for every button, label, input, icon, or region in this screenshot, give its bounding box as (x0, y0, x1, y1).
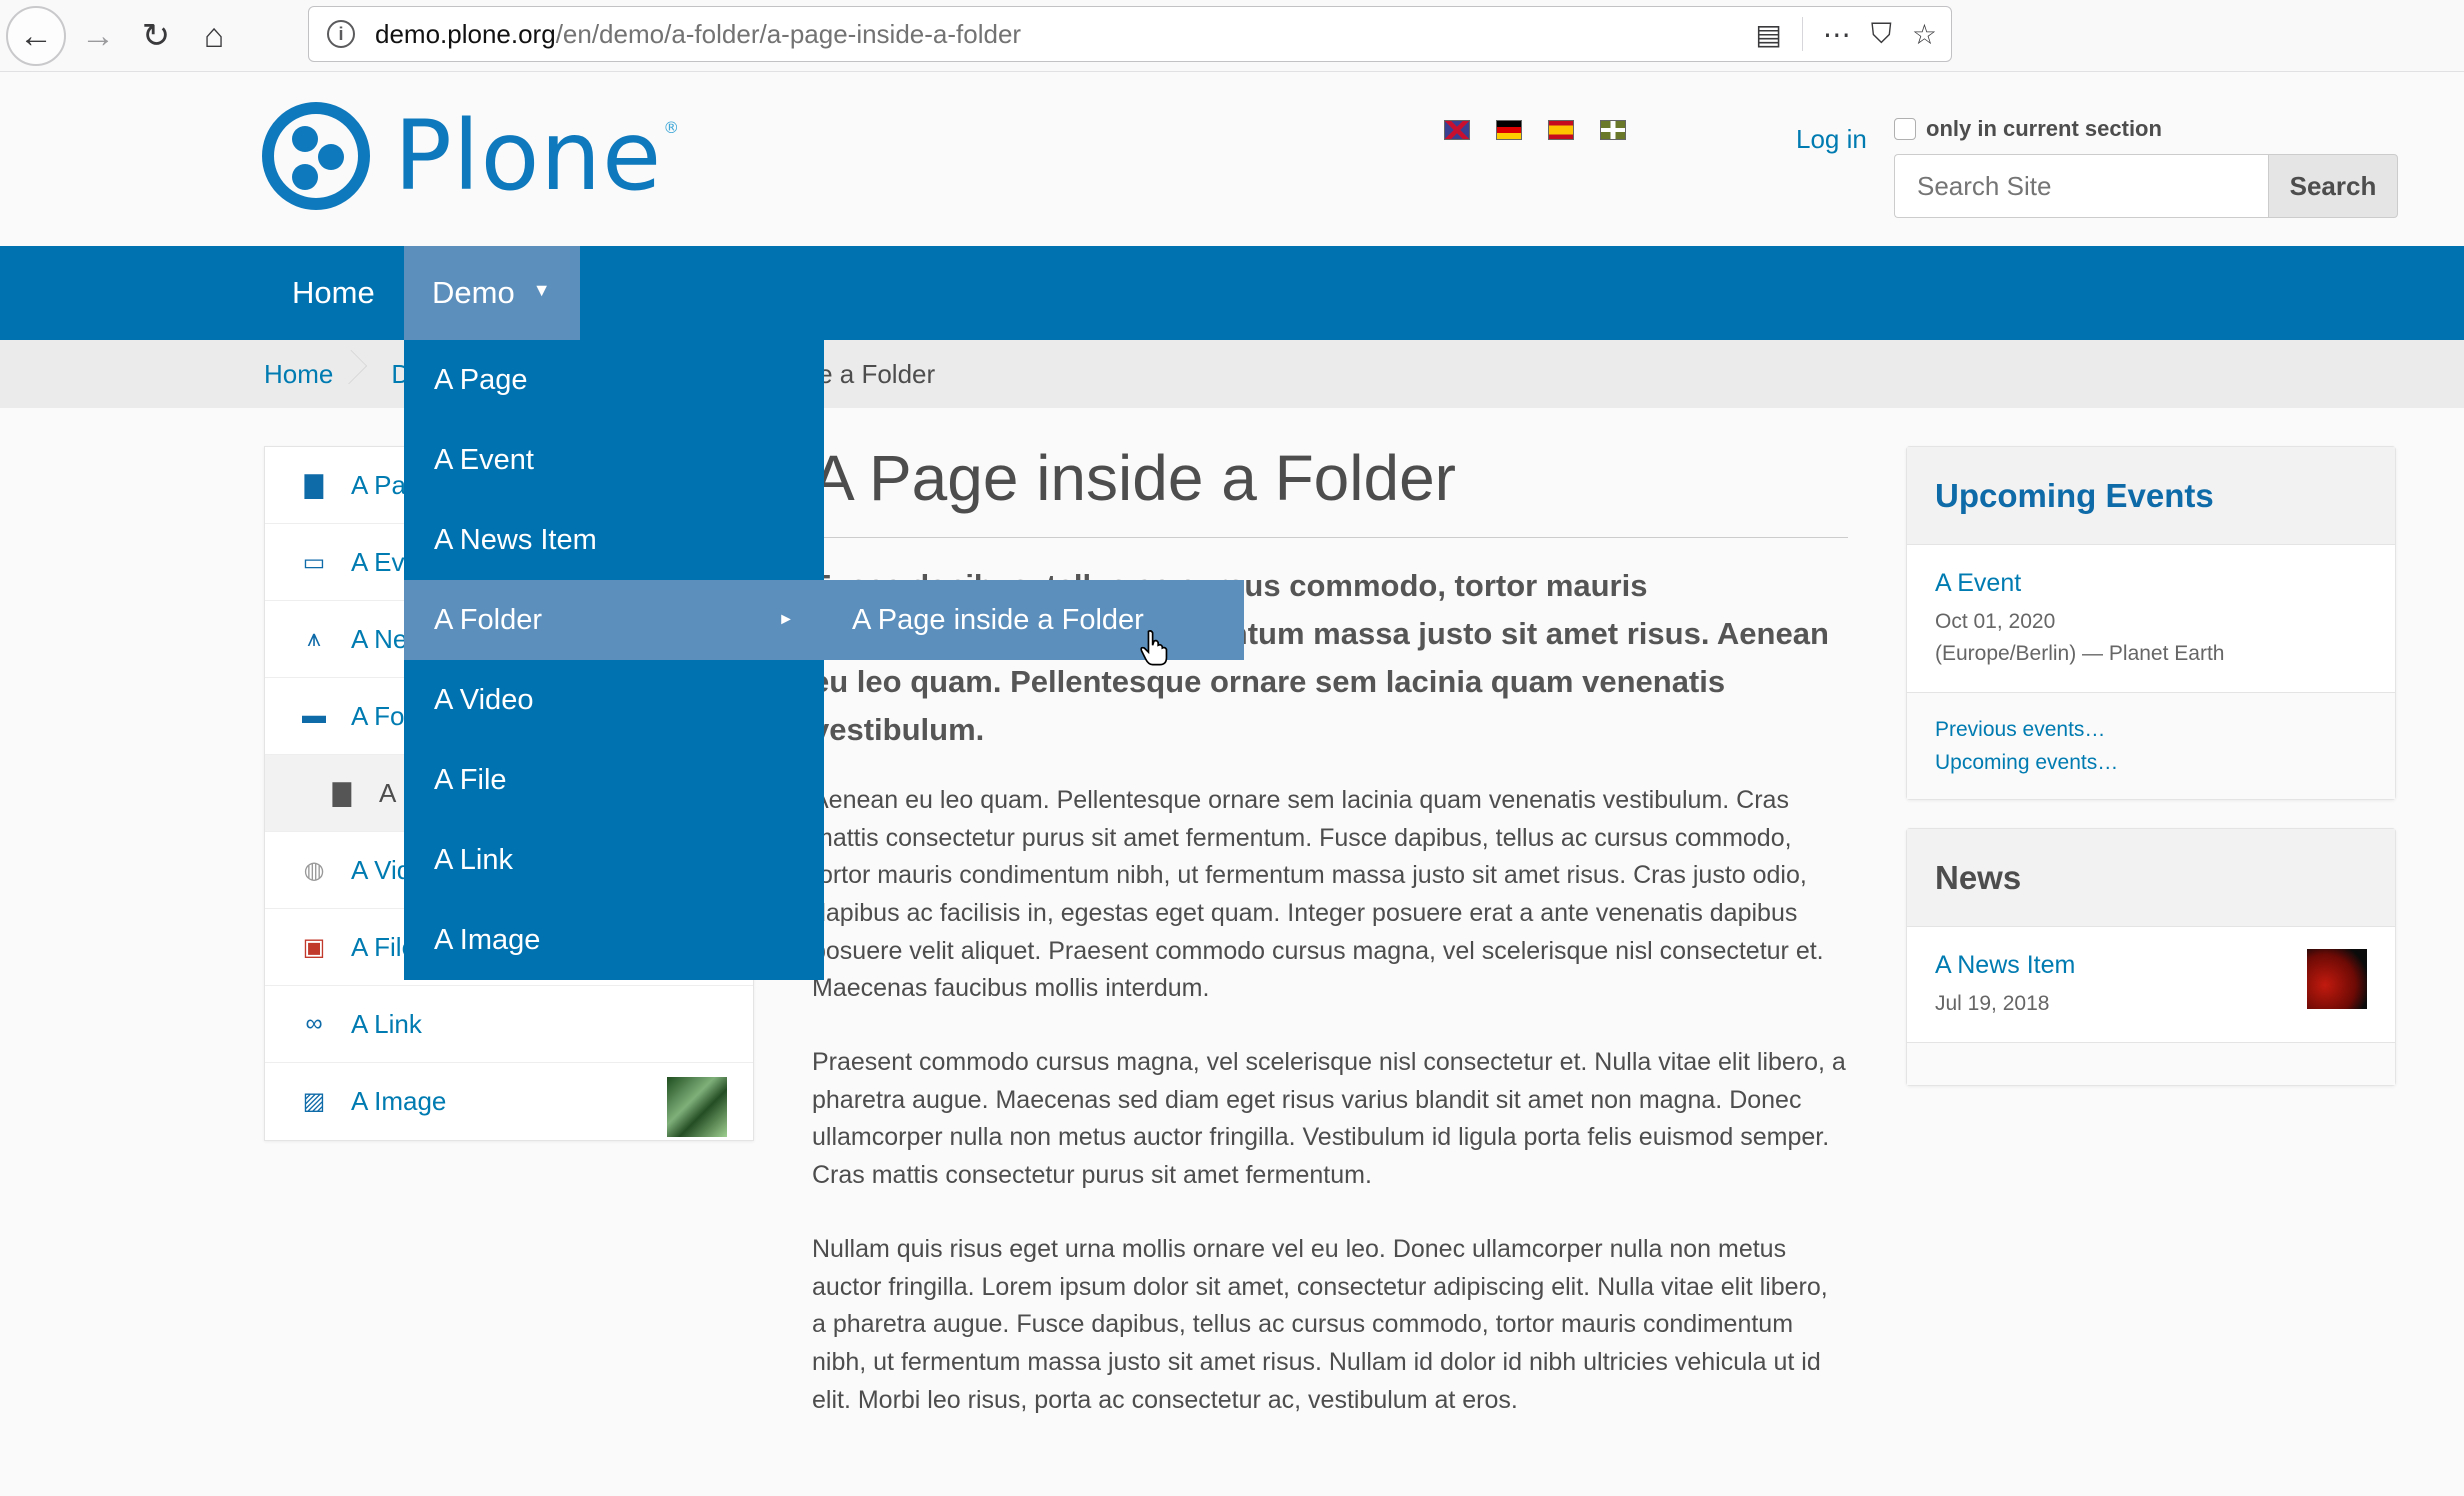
folder-icon: ▬ (302, 702, 326, 729)
nav-item-home[interactable]: Home (264, 246, 403, 340)
flag-basque-icon[interactable] (1600, 120, 1626, 140)
search-form: Search (1894, 154, 2398, 218)
address-bar[interactable]: i demo.plone.org/en/demo/a-folder/a-page… (308, 6, 1952, 62)
portlet-title[interactable]: Upcoming Events (1907, 447, 2395, 545)
url-host: demo.plone.org (375, 18, 556, 49)
breadcrumb: Home Demo A Folder A Page inside a Folde… (0, 340, 2464, 408)
breadcrumb-home[interactable]: Home (264, 359, 333, 390)
submenu-item[interactable]: A Page inside a Folder (824, 580, 1244, 660)
dropdown-label: A Folder (434, 603, 542, 636)
upcoming-events-link[interactable]: Upcoming events… (1935, 746, 2367, 779)
event-location: (Europe/Berlin) — Planet Earth (1935, 642, 2225, 665)
nav-item-demo[interactable]: Demo ▼ (404, 246, 580, 340)
dropdown-label: A News Item (434, 523, 597, 556)
dropdown-item[interactable]: A News Item (404, 500, 824, 580)
news-link[interactable]: A News Item (1935, 951, 2367, 980)
image-icon: ▨ (302, 1088, 326, 1115)
home-icon: ⌂ (203, 16, 225, 55)
dropdown-item[interactable]: A Image (404, 900, 824, 980)
dropdown-item[interactable]: A Video (404, 660, 824, 740)
divider (1801, 17, 1803, 51)
event-link[interactable]: A Event (1935, 569, 2367, 598)
event-item: A Event Oct 01, 2020 (Europe/Berlin) — P… (1907, 545, 2395, 693)
dropdown-item[interactable]: A Link (404, 820, 824, 900)
dropdown-item[interactable]: A File (404, 740, 824, 820)
only-current-section-checkbox[interactable]: only in current section (1894, 116, 2162, 142)
nav-label: Home (292, 275, 375, 310)
flag-english-icon[interactable] (1444, 120, 1470, 140)
body-paragraph: Aenean eu leo quam. Pellentesque ornare … (812, 785, 1824, 1003)
document-icon: ▇ (332, 779, 352, 807)
link-icon: ∞ (305, 1010, 323, 1037)
global-nav: Home Demo ▼ (0, 246, 2464, 340)
plone-logo-icon (262, 102, 370, 210)
site-header: Plone ® Log in only in current section Se… (0, 72, 2464, 246)
search-input[interactable] (1894, 154, 2268, 218)
back-icon: ← (19, 16, 53, 55)
pocket-icon[interactable]: ⛉ (1871, 18, 1892, 51)
pdf-file-icon: ▣ (302, 933, 326, 961)
news-date: Jul 19, 2018 (1935, 992, 2050, 1015)
reader-view-icon[interactable]: ▤ (1755, 18, 1781, 51)
dropdown-item[interactable]: A Page (404, 340, 824, 420)
submenu-arrow-icon: ► (778, 611, 794, 628)
previous-events-link[interactable]: Previous events… (1935, 713, 2367, 746)
forward-button[interactable]: → (70, 8, 126, 64)
dropdown-item[interactable]: A Event (404, 420, 824, 500)
dropdown-label: A Page (434, 363, 528, 396)
portlet-footer (1907, 1043, 2395, 1085)
checkbox-label: only in current section (1926, 116, 2162, 141)
dropdown-label: A Video (434, 683, 534, 716)
dropdown-item-active[interactable]: A Folder ► (404, 580, 824, 660)
breadcrumb-separator (351, 340, 373, 408)
dropdown-label: A Event (434, 443, 534, 476)
video-icon: ◍ (303, 856, 325, 884)
body-paragraph: Nullam quis risus eget urna mollis ornar… (812, 1234, 1828, 1414)
nav-tree-item[interactable]: ▨ A Image (265, 1063, 753, 1140)
search-button[interactable]: Search (2268, 154, 2398, 218)
back-button[interactable]: ← (6, 6, 66, 66)
nav-tree-item[interactable]: ∞ A Link (265, 986, 753, 1063)
body-paragraph: Praesent commodo cursus magna, vel scele… (812, 1048, 1846, 1190)
dropdown-label: A Image (434, 923, 541, 956)
dropdown-label: A Link (434, 843, 513, 876)
hand-cursor-icon (1140, 630, 1168, 666)
flag-spanish-icon[interactable] (1548, 120, 1574, 140)
events-portlet: Upcoming Events A Event Oct 01, 2020 (Eu… (1906, 446, 2396, 800)
nav-label: Demo (432, 275, 515, 310)
calendar-icon: ▭ (302, 548, 326, 576)
portlet-title[interactable]: News (1907, 829, 2395, 927)
home-button[interactable]: ⌂ (186, 8, 242, 64)
reload-icon: ↻ (141, 17, 171, 55)
page-title: A Page inside a Folder (812, 440, 1848, 538)
checkbox-box[interactable] (1894, 118, 1916, 140)
news-portlet: News A News Item Jul 19, 2018 (1906, 828, 2396, 1086)
flag-german-icon[interactable] (1496, 120, 1522, 140)
submenu-label: A Page inside a Folder (852, 603, 1144, 636)
event-date: Oct 01, 2020 (1935, 610, 2056, 633)
reload-button[interactable]: ↻ (128, 8, 184, 64)
url-path: /en/demo/a-folder/a-page-inside-a-folder (555, 18, 1022, 49)
site-logo[interactable]: Plone ® (262, 100, 681, 212)
nav-tree-label: A Image (351, 1086, 447, 1116)
dropdown-label: A File (434, 763, 507, 796)
image-thumbnail (667, 1077, 727, 1137)
bookmark-star-icon[interactable]: ☆ (1912, 18, 1937, 51)
demo-dropdown-menu: A Page A Event A News Item A Folder ► A V… (404, 340, 824, 980)
browser-toolbar: ← → ↻ ⌂ i demo.plone.org/en/demo/a-folde… (0, 0, 2464, 72)
forward-icon: → (81, 16, 115, 55)
more-actions-icon[interactable]: ⋯ (1823, 18, 1851, 51)
login-link[interactable]: Log in (1796, 124, 1867, 155)
news-item: A News Item Jul 19, 2018 (1907, 927, 2395, 1043)
language-selector (1444, 120, 1626, 140)
main-content: A Page inside a Folder Fusce dapibus, te… (812, 430, 1848, 1419)
site-info-icon[interactable]: i (327, 20, 355, 48)
news-thumbnail[interactable] (2307, 949, 2367, 1009)
portlet-footer: Previous events… Upcoming events… (1907, 693, 2395, 799)
antenna-icon: ⩚ (307, 625, 321, 652)
nav-tree-label: A Link (351, 1008, 422, 1039)
caret-down-icon: ▼ (532, 279, 551, 300)
logo-text: Plone ® (394, 100, 681, 212)
document-icon: ▇ (304, 471, 324, 499)
